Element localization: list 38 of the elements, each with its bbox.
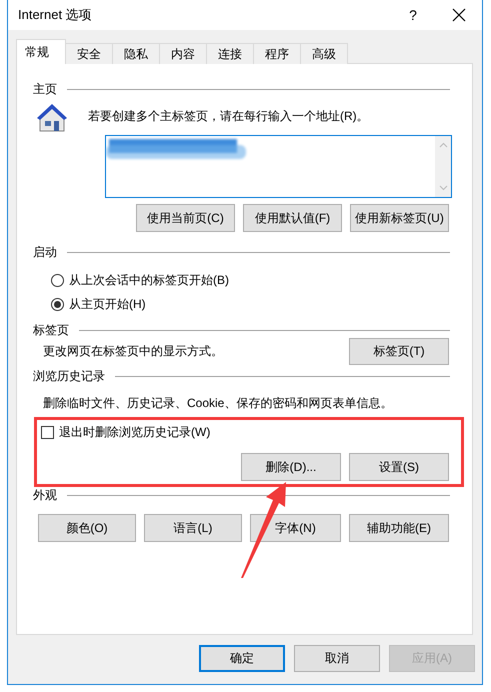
section-heading: 主页 bbox=[33, 80, 57, 98]
action-button[interactable]: 颜色(O) bbox=[38, 514, 136, 542]
tab[interactable]: 高级 bbox=[300, 43, 348, 64]
tab[interactable]: 内容 bbox=[159, 43, 207, 64]
tab[interactable]: 安全 bbox=[65, 43, 113, 64]
action-button[interactable]: 使用默认值(F) bbox=[243, 204, 342, 232]
action-button[interactable]: 字体(N) bbox=[250, 514, 341, 542]
radio-label[interactable]: 从主页开始(H) bbox=[69, 296, 146, 312]
description-text: 删除临时文件、历史记录、Cookie、保存的密码和网页表单信息。 bbox=[43, 395, 394, 412]
window-title: Internet 选项 bbox=[18, 6, 93, 24]
tab[interactable]: 隐私 bbox=[112, 43, 160, 64]
radio-label[interactable]: 从上次会话中的标签页开始(B) bbox=[69, 272, 229, 288]
dialog-button[interactable]: 确定 bbox=[199, 645, 285, 672]
close-icon[interactable] bbox=[452, 8, 466, 22]
action-button[interactable]: 使用当前页(C) bbox=[136, 204, 235, 232]
action-button[interactable]: 语言(L) bbox=[144, 514, 242, 542]
tab[interactable]: 程序 bbox=[253, 43, 301, 64]
checkbox-label[interactable]: 退出时删除浏览历史记录(W) bbox=[59, 424, 210, 441]
section-heading: 外观 bbox=[33, 486, 57, 504]
description-text: 更改网页在标签页中的显示方式。 bbox=[43, 343, 223, 360]
section-heading: 标签页 bbox=[33, 322, 69, 338]
house-icon bbox=[35, 103, 68, 133]
section-heading: 启动 bbox=[33, 244, 57, 260]
action-button[interactable]: 使用新标签页(U) bbox=[350, 204, 449, 232]
action-button[interactable]: 设置(S) bbox=[349, 453, 449, 481]
radio-button[interactable] bbox=[51, 274, 64, 286]
tab[interactable]: 常规 bbox=[16, 39, 66, 64]
action-button[interactable]: 辅助功能(E) bbox=[349, 514, 449, 542]
help-button[interactable]: ? bbox=[390, 7, 436, 23]
section-heading: 浏览历史记录 bbox=[33, 368, 105, 384]
radio-button[interactable] bbox=[51, 298, 64, 310]
checkbox[interactable] bbox=[41, 426, 54, 439]
action-button[interactable]: 删除(D)... bbox=[241, 453, 341, 481]
tabs-button[interactable]: 标签页(T) bbox=[349, 338, 449, 365]
dialog-button[interactable]: 取消 bbox=[294, 645, 380, 672]
instruction-text: 若要创建多个主标签页，请在每行输入一个地址(R)。 bbox=[88, 108, 369, 125]
home-page-field[interactable] bbox=[105, 135, 452, 198]
tab[interactable]: 连接 bbox=[206, 43, 254, 64]
